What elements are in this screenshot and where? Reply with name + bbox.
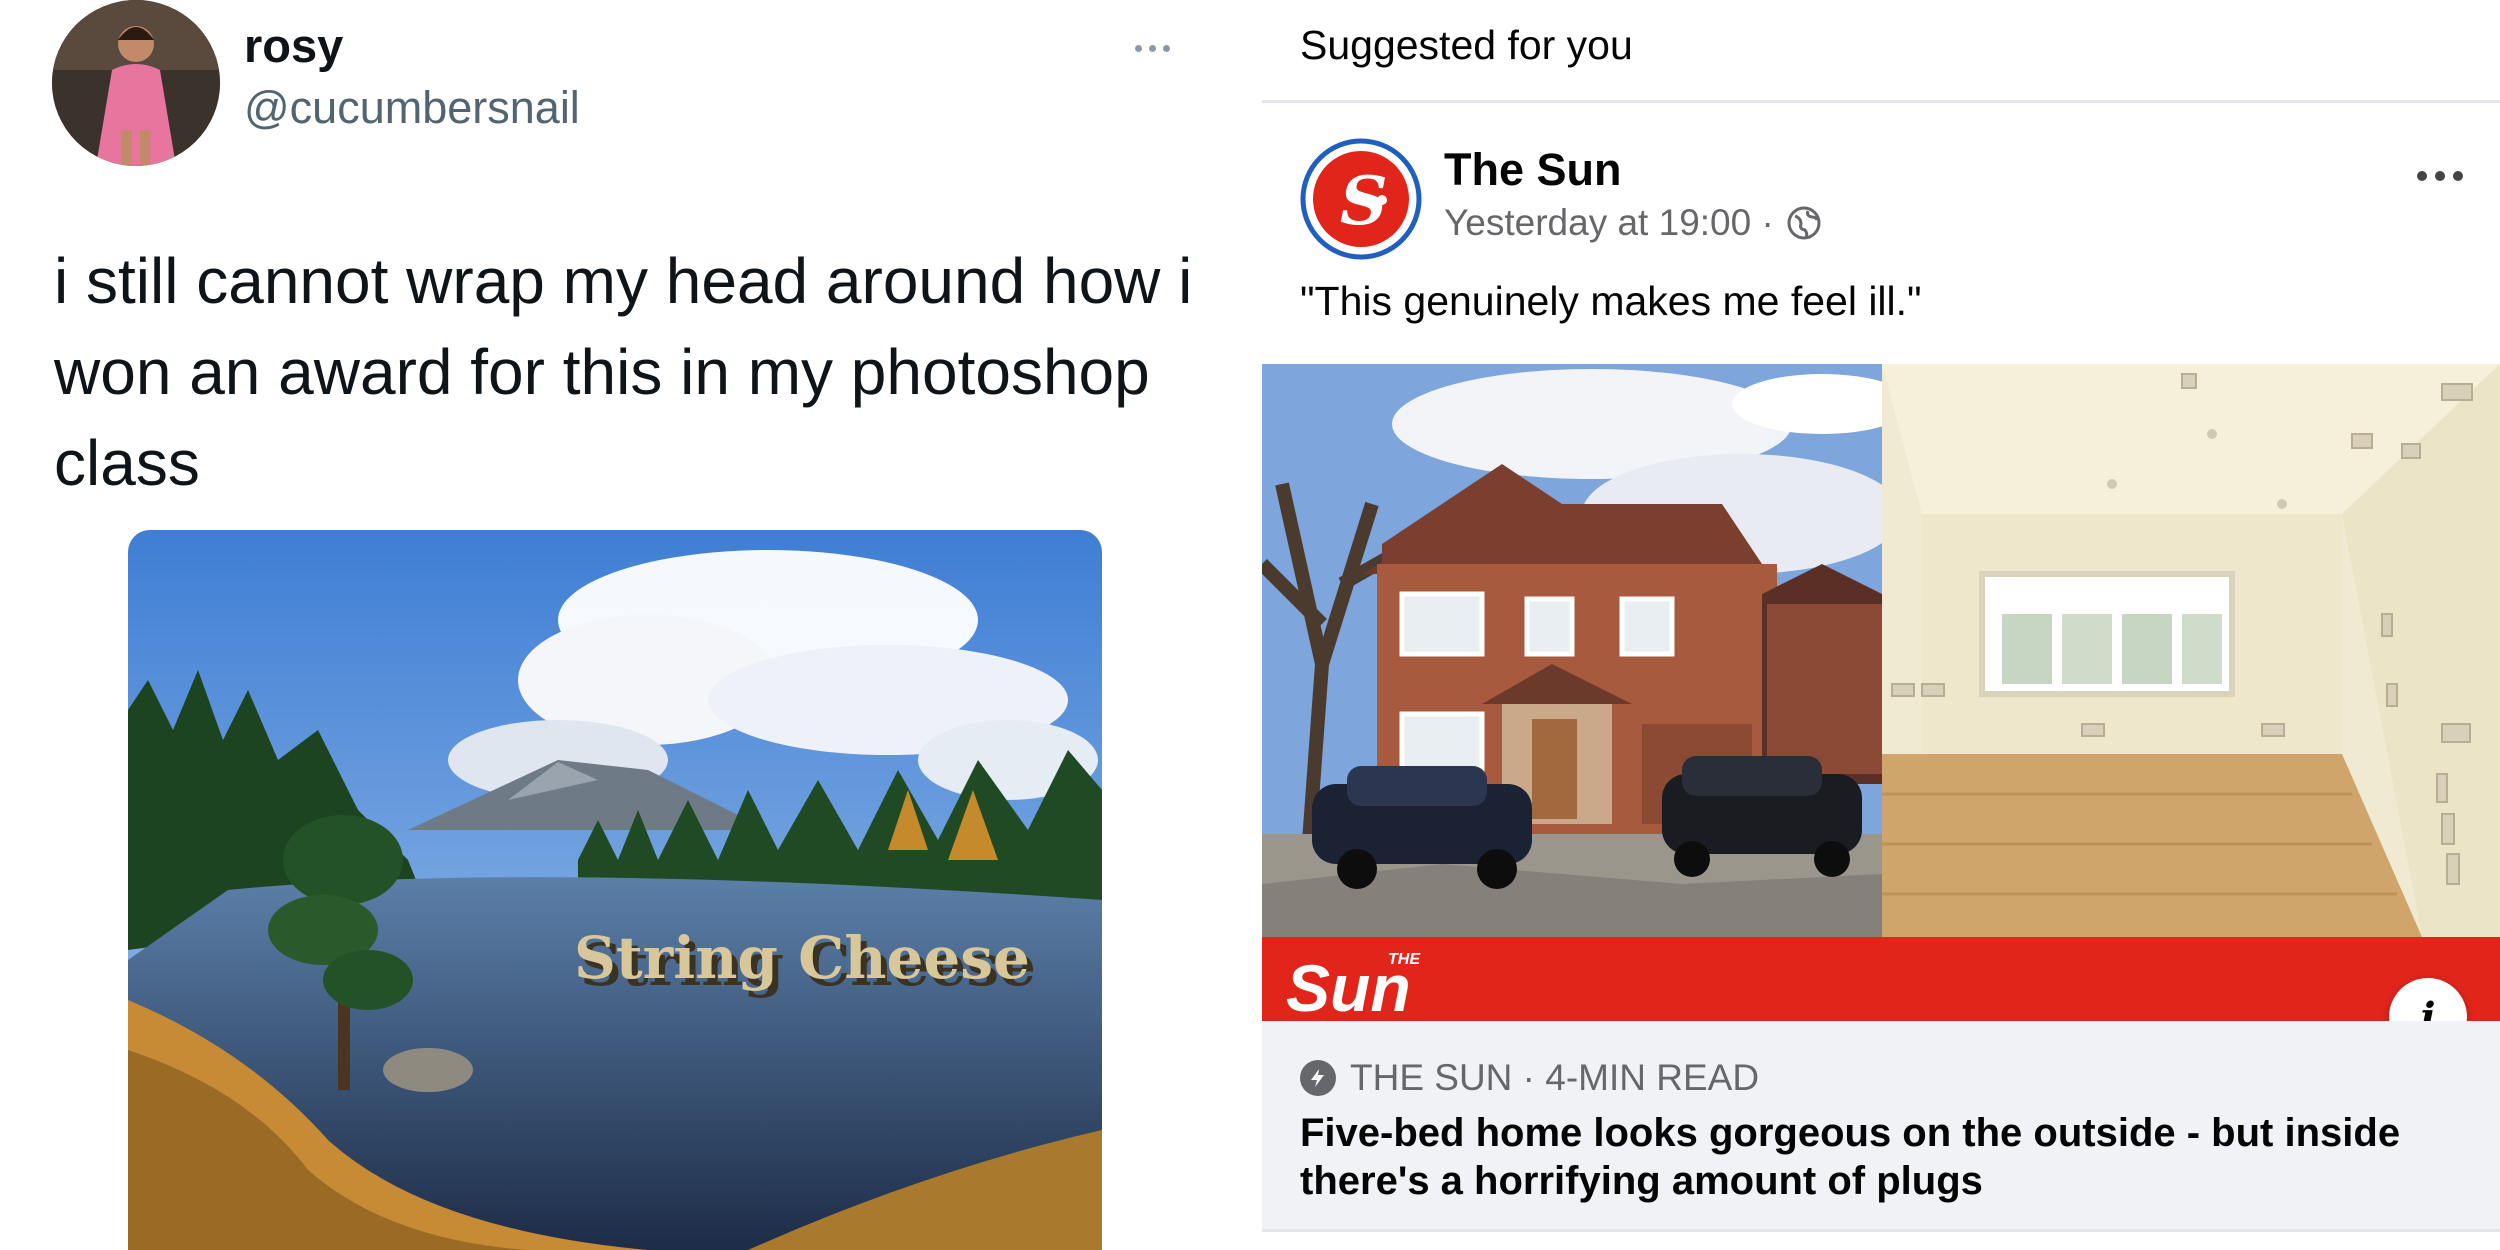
post-meta: Yesterday at 19:00 · bbox=[1444, 202, 1822, 244]
post-time[interactable]: Yesterday at 19:00 · bbox=[1444, 202, 1774, 244]
room-interior-image bbox=[1882, 364, 2500, 937]
photo-caption-text: String Cheese bbox=[574, 924, 1030, 992]
divider bbox=[1262, 1229, 2500, 1232]
facebook-post: Suggested for you S The Sun Yesterday at… bbox=[1262, 0, 2500, 1250]
tweet-text: i still cannot wrap my head around how i… bbox=[54, 245, 1193, 499]
globe-icon bbox=[1787, 206, 1821, 240]
link-source: THE SUN · 4-MIN READ bbox=[1300, 1057, 1759, 1099]
logo-text: Sun bbox=[1286, 951, 1411, 1013]
author-handle[interactable]: @cucumbersnail bbox=[244, 82, 580, 134]
author-name[interactable]: rosy bbox=[244, 18, 343, 73]
page-avatar[interactable]: S bbox=[1300, 138, 1422, 260]
sun-logo: THE Sun bbox=[1286, 947, 1506, 1025]
suggested-label: Suggested for you bbox=[1300, 22, 1633, 68]
link-source-text: THE SUN · 4-MIN READ bbox=[1350, 1057, 1760, 1098]
ellipsis-icon[interactable] bbox=[1128, 28, 1176, 68]
house-exterior-image bbox=[1262, 364, 1882, 937]
link-preview-box[interactable]: THE SUN · 4-MIN READ Five-bed home looks… bbox=[1262, 1021, 2500, 1229]
user-avatar[interactable] bbox=[52, 0, 220, 166]
link-preview-image[interactable] bbox=[1262, 364, 2500, 937]
tweet-card: rosy @cucumbersnail i still cannot wrap … bbox=[0, 0, 1262, 1250]
brand-banner: THE Sun bbox=[1262, 937, 2500, 1025]
lightning-icon bbox=[1300, 1060, 1336, 1096]
link-title[interactable]: Five-bed home looks gorgeous on the outs… bbox=[1300, 1109, 2460, 1205]
tweet-photo[interactable]: String Cheese String Cheese bbox=[128, 530, 1102, 1250]
page-name[interactable]: The Sun bbox=[1444, 144, 1622, 196]
ellipsis-icon[interactable] bbox=[2410, 160, 2470, 192]
divider bbox=[1262, 100, 2500, 103]
post-text: "This genuinely makes me feel ill." bbox=[1300, 278, 1922, 324]
